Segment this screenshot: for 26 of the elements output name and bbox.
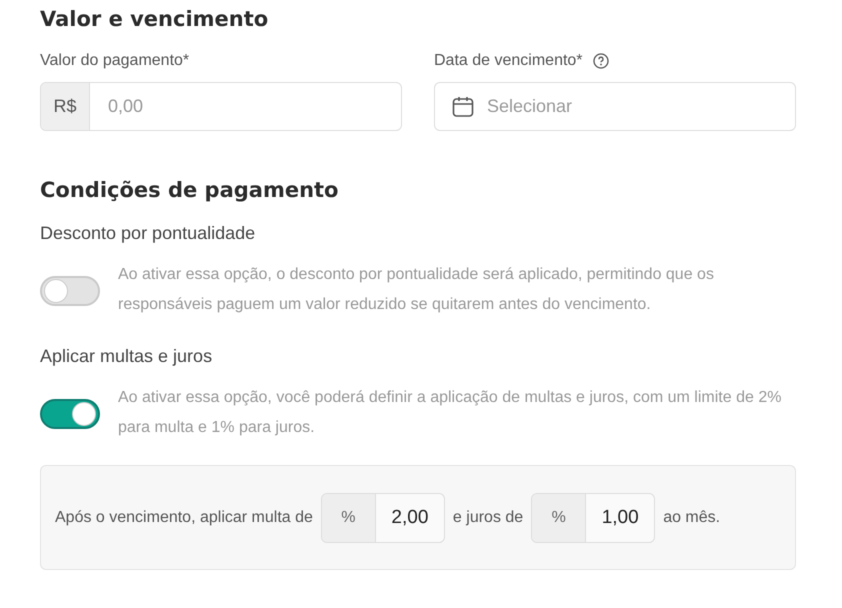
amount-field[interactable]: R$ 0,00 bbox=[40, 82, 402, 131]
section-title: Condições de pagamento bbox=[40, 177, 340, 204]
penalty-text: e juros de bbox=[452, 508, 524, 526]
date-input[interactable]: Selecionar bbox=[475, 83, 795, 130]
field-label: Valor do pagamento* bbox=[40, 52, 190, 70]
calendar-icon bbox=[451, 94, 475, 118]
penalty-text: ao mês. bbox=[663, 508, 720, 526]
percent-field[interactable]: % 1,00 bbox=[531, 492, 656, 542]
date-field[interactable]: Selecionar bbox=[434, 82, 796, 131]
toggle-switch[interactable] bbox=[40, 276, 100, 306]
amount-input[interactable]: 0,00 bbox=[90, 83, 401, 130]
unit-prefix: % bbox=[532, 494, 586, 542]
option-description: Ao ativar essa opção, o desconto por pontualidade será aplicado, permitindo que os responsáveis paguem um valor reduzido se quitarem antes do vencimento. bbox=[118, 265, 715, 315]
option-label: Aplicar multas e juros bbox=[40, 346, 214, 367]
field-value: 1,00 bbox=[600, 506, 640, 530]
toggle-switch[interactable] bbox=[40, 399, 100, 429]
help-icon[interactable] bbox=[592, 53, 609, 69]
field-label: Data de vencimento* bbox=[434, 52, 583, 70]
option-label: Desconto por pontualidade bbox=[40, 223, 256, 244]
field-value: 2,00 bbox=[390, 506, 430, 530]
section-title: Valor e vencimento bbox=[40, 6, 270, 33]
unit-prefix: % bbox=[322, 494, 376, 542]
option-description: Ao ativar essa opção, você poderá definir a aplicação de multas e juros, com um limite de 2% para multa e 1% para juros. bbox=[118, 388, 782, 438]
penalty-text: Após o vencimento, aplicar multa de bbox=[55, 508, 313, 526]
percent-field[interactable]: % 2,00 bbox=[320, 492, 445, 542]
currency-prefix: R$ bbox=[41, 83, 90, 130]
